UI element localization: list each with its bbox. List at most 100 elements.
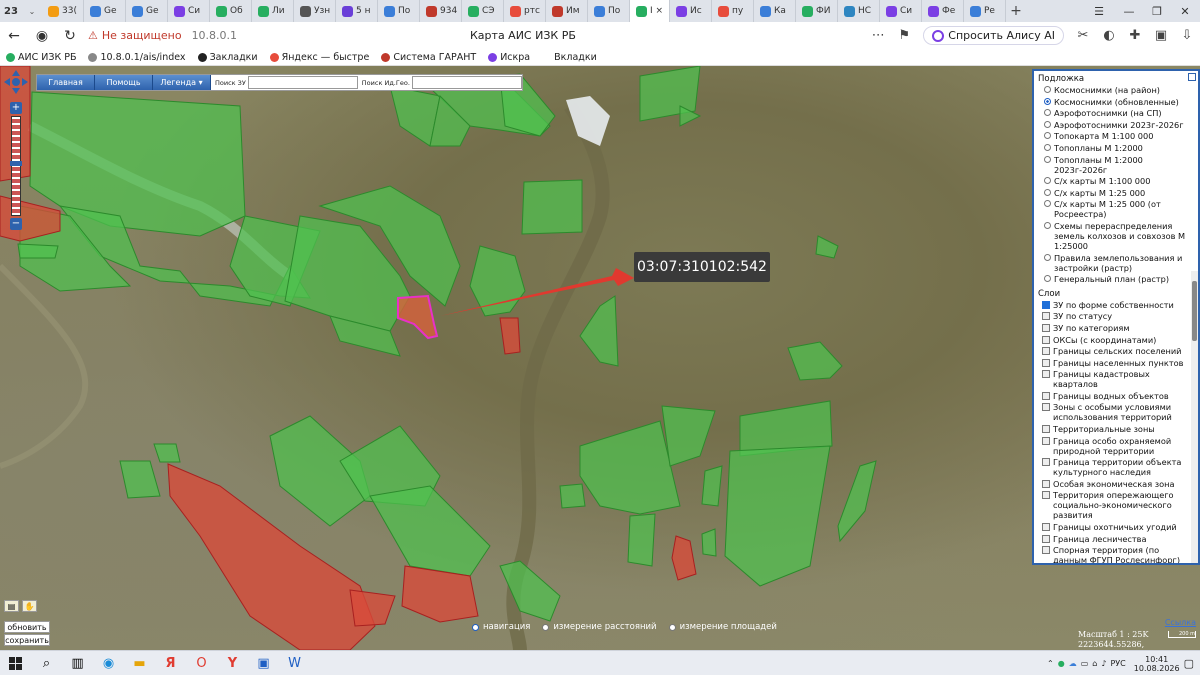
maximize-window-icon[interactable]: ❐ [1143,0,1171,22]
browser-tab[interactable]: Ge [84,0,126,22]
layer-checkbox[interactable] [1042,403,1050,412]
basemap-radio[interactable] [1044,120,1051,128]
layer-option[interactable]: ЗУ по статусу [1034,311,1198,321]
layer-option[interactable]: Границы населенных пунктов [1034,358,1198,368]
layer-option[interactable]: Граница особо охраняемой природной терри… [1034,436,1198,456]
tray-app-icon[interactable]: ● [1058,659,1065,668]
map-mode-option[interactable]: измерение расстояний [542,622,657,632]
layer-option[interactable]: Границы кадастровых кварталов [1034,369,1198,389]
tray-clock[interactable]: 10:41 10.08.2026 [1134,655,1180,673]
browser-tab[interactable]: По [378,0,420,22]
map-mode-option[interactable]: измерение площадей [668,622,777,632]
bookmark-flag-icon[interactable]: ⚑ [891,28,917,43]
layer-checkbox[interactable] [1042,358,1050,367]
layer-checkbox[interactable] [1042,491,1050,500]
browser-tab[interactable]: Об [210,0,252,22]
close-window-icon[interactable]: ✕ [1171,0,1199,22]
layer-option[interactable]: ОКСы (с координатами) [1034,335,1198,345]
bookmark-item[interactable]: Закладки [192,52,264,63]
basemap-radio[interactable] [1044,86,1051,93]
layer-option[interactable]: Зоны с особыми условиями использования т… [1034,402,1198,422]
browser-tab[interactable]: Ge [126,0,168,22]
browser-tab[interactable]: Си [880,0,922,22]
home-tab[interactable]: Главная [37,75,95,90]
tray-language[interactable]: РУС [1110,659,1125,668]
layer-checkbox[interactable] [1042,323,1050,332]
basemap-radio[interactable] [1044,155,1051,163]
ask-alice-button[interactable]: Спросить Алису AI [923,26,1064,45]
tab-count-badge[interactable]: 23 [0,0,22,22]
layer-checkbox[interactable] [1042,479,1050,488]
layer-option[interactable]: ЗУ по форме собственности [1034,300,1198,310]
browser-tab[interactable]: НС [838,0,880,22]
basemap-option[interactable]: С/х карты М 1:25 000 [1034,188,1198,198]
layer-option[interactable]: Спорная территория (по данным ФГУП Росле… [1034,545,1198,563]
chevron-down-icon[interactable]: ⌄ [22,7,42,16]
browser-tab[interactable]: Ли [252,0,294,22]
map-mode-radio[interactable] [542,624,550,631]
basemap-radio[interactable] [1044,200,1051,208]
map-mode-radio[interactable] [472,624,479,631]
browser-tab[interactable]: 5 н [336,0,378,22]
basemap-option[interactable]: С/х карты М 1:100 000 [1034,176,1198,186]
search-geo-input[interactable] [411,76,522,89]
edge-browser-icon[interactable]: ◉ [93,651,124,675]
layer-checkbox[interactable] [1042,534,1050,543]
browser-tab[interactable]: ртс [504,0,546,22]
basemap-option[interactable]: Космоснимки (на район) [1034,85,1198,95]
layer-option[interactable]: Границы сельских поселений [1034,346,1198,356]
yandex-browser-icon[interactable]: Y [217,651,248,675]
minimize-window-icon[interactable]: — [1115,0,1143,22]
layer-option[interactable]: Граница территории объекта культурного н… [1034,457,1198,477]
task-view-icon[interactable]: ▥ [62,651,93,675]
panel-collapse-icon[interactable] [1188,73,1196,81]
layer-option[interactable]: Границы охотничьих угодий [1034,522,1198,532]
layer-checkbox[interactable] [1042,312,1050,321]
basemap-radio[interactable] [1044,188,1051,196]
basemap-option[interactable]: Правила землепользования и застройки (ра… [1034,253,1198,273]
browser-tab[interactable]: Ис [670,0,712,22]
layer-checkbox[interactable] [1042,347,1050,356]
help-tab[interactable]: Помощь [95,75,153,90]
url-host[interactable]: 10.8.0.1 [192,29,237,42]
yandex-icon[interactable]: Я [155,651,186,675]
yandex-shield-icon[interactable]: ◉ [28,28,56,44]
layer-option[interactable]: Границы водных объектов [1034,391,1198,401]
basemap-radio[interactable] [1044,177,1051,185]
more-dots-icon[interactable]: ⋯ [865,28,891,43]
save-button[interactable]: сохранить [4,634,50,646]
layer-option[interactable]: Территориальные зоны [1034,424,1198,434]
layer-checkbox[interactable] [1042,458,1050,467]
basemap-radio[interactable] [1044,253,1051,261]
legend-tab[interactable]: Легенда ▾ [153,75,211,90]
basemap-option[interactable]: Аэрофотоснимки 2023г-2026г [1034,120,1198,130]
new-tab-plus-icon[interactable]: + [1006,3,1026,19]
basemap-radio[interactable] [1044,109,1051,117]
search-zu-input[interactable] [247,76,358,89]
browser-tab[interactable]: пу [712,0,754,22]
collections-icon[interactable]: ◐ [1096,28,1122,43]
browser-tab[interactable]: 934 [420,0,462,22]
layer-option[interactable]: Граница лесничества [1034,534,1198,544]
bookmark-item[interactable]: Система ГАРАНТ [375,52,482,63]
word-icon[interactable]: W [279,651,310,675]
notification-icon[interactable]: ▢ [1184,657,1194,670]
zoom-slider[interactable] [10,116,22,216]
layer-option[interactable]: Особая экономическая зона [1034,479,1198,489]
browser-tab[interactable]: ФИ [796,0,838,22]
zoom-in-icon[interactable]: + [10,102,22,114]
file-explorer-icon[interactable]: ▬ [124,651,155,675]
tray-display-icon[interactable]: ▭ [1081,659,1089,668]
bookmark-item[interactable]: 10.8.0.1/ais/index [82,52,191,63]
scrollbar-thumb[interactable] [1192,281,1197,341]
browser-tab[interactable]: Им [546,0,588,22]
layer-checkbox[interactable] [1042,436,1050,445]
bookmark-item[interactable]: Яндекс — быстре [264,52,376,63]
tray-network-icon[interactable]: ⌂ [1092,659,1097,668]
zoom-slider-handle[interactable] [10,161,22,166]
map-link[interactable]: Ссылка [1165,618,1196,627]
basemap-option[interactable]: Генеральный план (растр) [1034,274,1198,284]
opera-icon[interactable]: O [186,651,217,675]
security-warning[interactable]: ⚠ Не защищено [88,29,182,42]
layer-checkbox[interactable] [1042,546,1050,555]
